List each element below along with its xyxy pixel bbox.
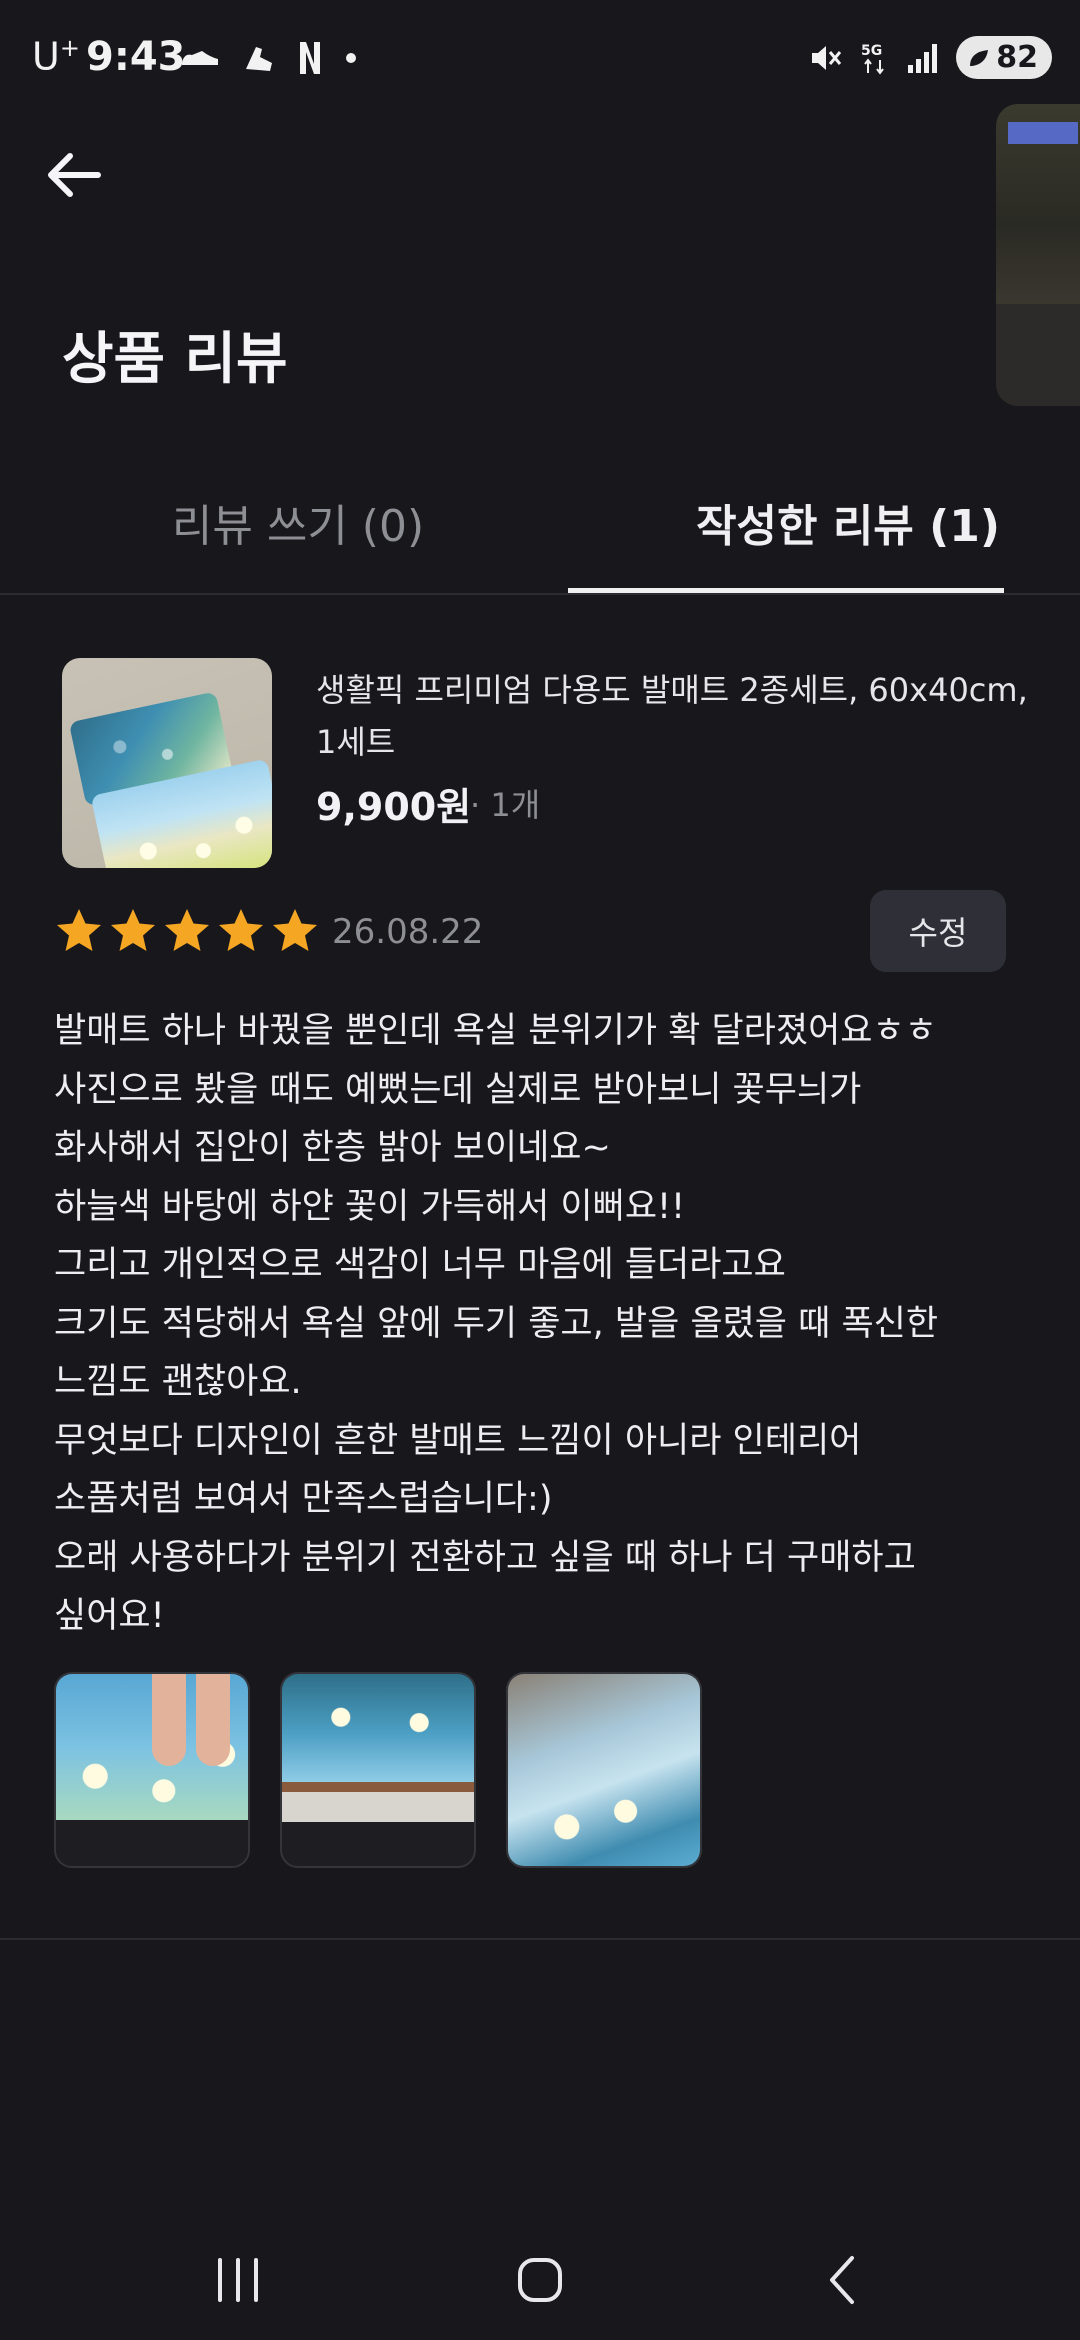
photo-foot-left <box>152 1674 186 1766</box>
photo-mat-in-package <box>508 1674 700 1866</box>
notification-icons <box>180 40 358 76</box>
product-quantity: · 1개 <box>470 786 541 824</box>
recents-icon <box>218 2258 258 2302</box>
arrow-left-icon <box>48 153 101 197</box>
photo-door-frame <box>282 1782 474 1792</box>
star-icon <box>111 909 155 951</box>
mute-icon <box>812 45 842 70</box>
review-photo-1[interactable] <box>54 1672 250 1868</box>
rating-stars <box>54 906 320 956</box>
status-time: 9:43 <box>86 34 186 80</box>
signal-icon <box>908 43 938 73</box>
netflix-icon <box>300 42 320 74</box>
product-thumbnail[interactable] <box>62 658 272 868</box>
back-button[interactable] <box>40 140 110 210</box>
dot-icon <box>346 53 356 63</box>
photo-mat-on-floor <box>282 1674 474 1782</box>
section-divider <box>0 1938 1080 1940</box>
battery-indicator: 82 <box>956 36 1052 79</box>
chevron-left-icon <box>830 2256 854 2304</box>
battery-level: 82 <box>996 40 1038 75</box>
photo-tile-floor <box>282 1792 474 1822</box>
shoe-icon <box>182 51 218 65</box>
page-title: 상품 리뷰 <box>62 327 288 392</box>
video-scene <box>996 304 1080 406</box>
review-photo-3[interactable] <box>506 1672 702 1868</box>
leaf-icon <box>970 49 989 66</box>
nav-home-button[interactable] <box>480 2244 600 2316</box>
review-date: 26.08.22 <box>332 912 484 952</box>
svg-text:5G: 5G <box>861 43 882 59</box>
tab-written-reviews[interactable]: 작성한 리뷰 (1) <box>568 490 1080 554</box>
photo-foot-right <box>196 1674 230 1766</box>
product-price: 9,900원 <box>316 785 472 829</box>
star-icon <box>165 909 209 951</box>
review-text: 발매트 하나 바꿨을 뿐인데 욕실 분위기가 확 달라졌어요ㅎㅎ 사진으로 봤을… <box>54 1011 939 1636</box>
tab-divider <box>0 593 1080 595</box>
nav-recents-button[interactable] <box>178 2244 298 2316</box>
star-icon <box>57 909 101 951</box>
edit-review-button[interactable]: 수정 <box>870 890 1006 972</box>
status-bar: U+ 9:43 5G 82 <box>0 0 1080 110</box>
picture-in-picture-video[interactable] <box>996 104 1080 406</box>
system-icons: 5G 82 <box>808 36 1052 79</box>
tab-write-review[interactable]: 리뷰 쓰기 (0) <box>0 490 596 554</box>
review-photo-2[interactable] <box>280 1672 476 1868</box>
carrier-label: U+ <box>32 34 80 79</box>
video-caption-bar <box>1008 122 1078 144</box>
star-icon <box>219 909 263 951</box>
star-icon <box>273 909 317 951</box>
product-name[interactable]: 생활픽 프리미엄 다용도 발매트 2종세트, 60x40cm, 1세트 <box>316 664 1036 768</box>
sneaker-icon <box>246 47 272 71</box>
network-5g-icon: 5G <box>861 43 885 75</box>
home-icon <box>518 2258 562 2302</box>
nav-back-button[interactable] <box>782 2244 902 2316</box>
